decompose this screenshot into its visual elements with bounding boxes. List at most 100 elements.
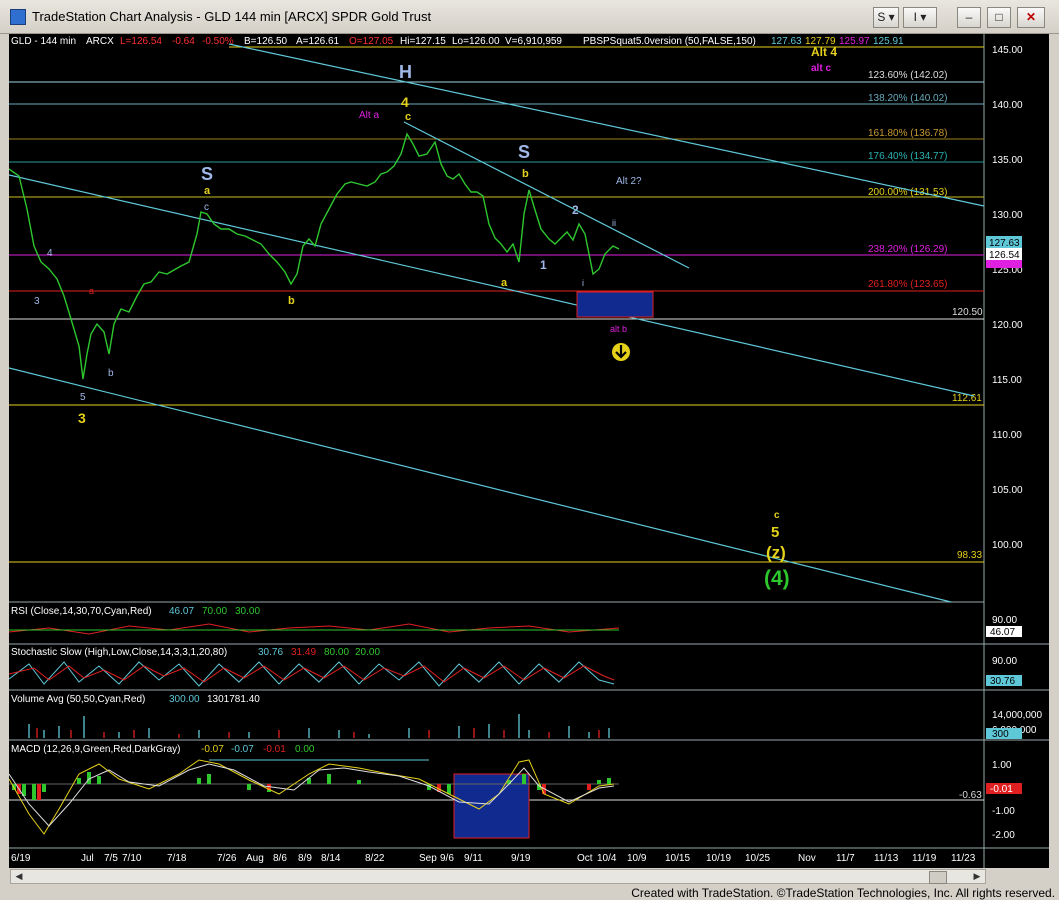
rsi-value: 46.07 — [169, 606, 194, 617]
fib-label: 200.00% (131.53) — [868, 187, 948, 198]
i-button-label: I — [913, 10, 917, 24]
wave-label-5: 5 — [80, 392, 86, 403]
macd-pane: MACD (12,26,9,Green,Red,DarkGray) -0.07 … — [9, 744, 1022, 841]
stochastic-k: 30.76 — [258, 647, 283, 658]
date-axis-label: Oct — [577, 853, 593, 864]
macd-axis-label: -2.00 — [992, 830, 1015, 841]
s-button[interactable]: S ▾ — [873, 7, 899, 28]
wave-label-b: b — [522, 168, 529, 180]
close-icon[interactable]: ✕ — [1017, 7, 1045, 28]
stochastic-tag-text: 30.76 — [990, 676, 1015, 687]
horizontal-scrollbar[interactable]: ◀ ▶ — [10, 869, 986, 884]
date-axis-label: Aug — [246, 853, 264, 864]
last-price: L=126.54 — [120, 36, 162, 47]
scroll-right-icon[interactable]: ▶ — [970, 871, 984, 882]
stochastic-lower: 20.00 — [355, 647, 380, 658]
maximize-icon[interactable]: □ — [987, 7, 1011, 28]
ask-price: A=126.61 — [296, 36, 340, 47]
date-axis-label: 11/7 — [836, 853, 855, 864]
volume-tag-text: 300 — [992, 729, 1009, 740]
s-button-label: S — [877, 10, 886, 24]
macd-diff: -0.01 — [263, 744, 286, 755]
wave-label-alt-2: Alt 2? — [616, 176, 642, 187]
indicator-label: PBSPSquat5.0version (50,FALSE,150) — [583, 36, 756, 47]
fib-level-labels: 123.60% (142.02) 138.20% (140.02) 161.80… — [868, 70, 983, 561]
scrollbar-thumb[interactable] — [929, 871, 947, 884]
trendline-middle — [9, 174, 975, 397]
date-axis-label: 9/6 — [440, 853, 454, 864]
price-axis-label: 130.00 — [992, 210, 1023, 221]
wave-label-i: i — [582, 278, 584, 288]
macd-value: -0.07 — [201, 744, 224, 755]
price-axis-label: 135.00 — [992, 155, 1023, 166]
tradestation-app-icon — [10, 9, 26, 25]
stochastic-d: 31.49 — [291, 647, 316, 658]
date-axis-label: 7/18 — [167, 853, 187, 864]
macd-zero: 0.00 — [295, 744, 315, 755]
net-change: -0.64 — [172, 36, 195, 47]
date-axis-label: 10/9 — [627, 853, 647, 864]
fib-label: 238.20% (126.29) — [868, 244, 948, 255]
wave-label-1: 1 — [540, 258, 547, 272]
volume-value: V=6,910,959 — [505, 36, 562, 47]
date-axis-label: Nov — [798, 853, 816, 864]
date-axis-label: 7/10 — [122, 853, 142, 864]
wave-label-3: 3 — [34, 296, 40, 307]
price-axis: 145.00 140.00 135.00 130.00 125.00 120.0… — [992, 45, 1023, 551]
macd-tag-text: -0.01 — [990, 784, 1013, 795]
scroll-left-icon[interactable]: ◀ — [12, 871, 26, 882]
date-axis-label: 8/9 — [298, 853, 312, 864]
quote-header: GLD - 144 min ARCX L=126.54 -0.64 -0.50%… — [11, 36, 904, 47]
rsi-oversold: 30.00 — [235, 606, 260, 617]
date-axis-label: Sep — [419, 853, 437, 864]
last-price-tag-text: 126.54 — [989, 250, 1020, 261]
level-label: 98.33 — [957, 550, 982, 561]
price-axis-label: 115.00 — [992, 375, 1022, 386]
i-button[interactable]: I ▾ — [903, 7, 937, 28]
wave-label-alt-b: alt b — [610, 324, 627, 334]
wave-label-b: b — [288, 295, 295, 307]
volume-value: 1301781.40 — [207, 694, 260, 705]
date-axis-label: 8/14 — [321, 853, 341, 864]
wave-label-alt-4: Alt 4 — [811, 45, 837, 59]
macd-axis-label: 1.00 — [992, 760, 1012, 771]
status-bar: ◀ ▶ Created with TradeStation. ©TradeSta… — [0, 868, 1059, 900]
date-axis-label: 10/19 — [706, 853, 731, 864]
rsi-label: RSI (Close,14,30,70,Cyan,Red) — [11, 606, 152, 617]
volume-pane: Volume Avg (50,50,Cyan,Red) 300.00 13017… — [11, 694, 1042, 740]
date-axis-label: 8/6 — [273, 853, 287, 864]
trendline-upper — [228, 43, 985, 207]
open-price: O=127.05 — [349, 36, 394, 47]
symbol-label: GLD - 144 min — [11, 36, 76, 47]
macd-axis-label: -1.00 — [992, 806, 1015, 817]
stochastic-axis-label: 90.00 — [992, 656, 1017, 667]
stochastic-upper: 80.00 — [324, 647, 349, 658]
wave-label-c: c — [774, 510, 780, 521]
volume-avg-value: 300.00 — [169, 694, 200, 705]
fib-level-lines — [9, 46, 984, 563]
date-axis-label: 11/23 — [951, 853, 976, 864]
wave-label-c: c — [405, 111, 411, 123]
volume-label: Volume Avg (50,50,Cyan,Red) — [11, 694, 145, 705]
wave-label-4: 4 — [47, 248, 53, 259]
wave-label-S: S — [201, 164, 213, 184]
wave-label-a: a — [501, 277, 508, 289]
stochastic-pane: Stochastic Slow (High,Low,Close,14,3,3,1… — [9, 647, 1022, 687]
date-axis: 6/19 Jul 7/5 7/10 7/18 7/26 Aug 8/6 8/9 … — [11, 853, 976, 864]
percent-change: -0.50% — [202, 36, 234, 47]
fib-label: 138.20% (140.02) — [868, 93, 948, 104]
chart-area[interactable]: GLD - 144 min ARCX L=126.54 -0.64 -0.50%… — [9, 34, 1049, 868]
rsi-pane: RSI (Close,14,30,70,Cyan,Red) 46.07 70.0… — [9, 606, 1022, 638]
copyright-footer: Created with TradeStation. ©TradeStation… — [631, 886, 1055, 900]
wave-label-b: b — [108, 368, 114, 379]
wave-label-4: (4) — [764, 567, 790, 590]
wave-label-a: a — [89, 286, 94, 296]
window-title: TradeStation Chart Analysis - GLD 144 mi… — [32, 9, 432, 24]
date-axis-label: 10/4 — [597, 853, 617, 864]
low-price: Lo=126.00 — [452, 36, 500, 47]
down-arrow-icon — [612, 343, 630, 361]
minimize-icon[interactable]: – — [957, 7, 981, 28]
date-axis-label: 7/26 — [217, 853, 237, 864]
title-bar: TradeStation Chart Analysis - GLD 144 mi… — [0, 0, 1059, 34]
wave-label-2: 2 — [572, 203, 579, 217]
